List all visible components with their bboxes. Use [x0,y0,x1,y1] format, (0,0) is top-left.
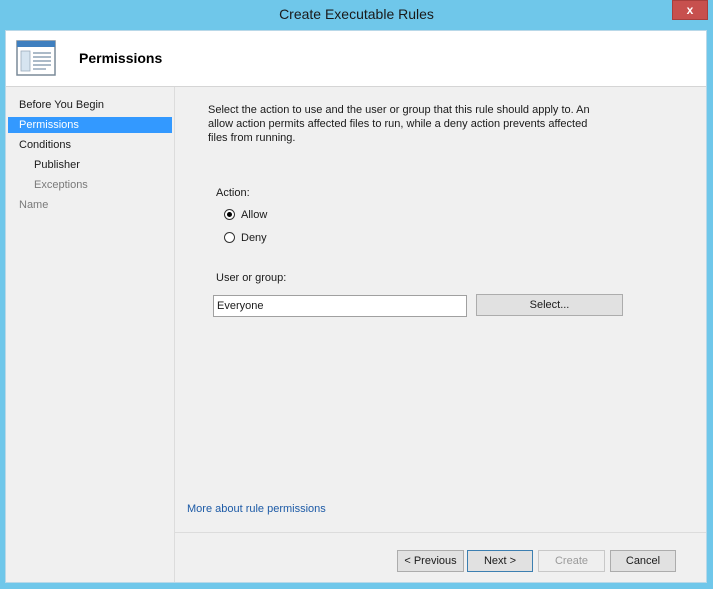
user-group-label: User or group: [216,272,287,284]
close-button[interactable]: x [672,0,708,20]
deny-radio-button[interactable] [224,232,235,243]
deny-label: Deny [241,232,267,244]
wizard-window: Permissions Before You Begin Permissions… [5,30,707,583]
footer-divider [175,532,706,533]
window-title: Create Executable Rules [279,6,434,22]
nav-item-publisher[interactable]: Publisher [8,157,172,173]
nav-item-name[interactable]: Name [8,197,172,213]
wizard-page-icon [16,40,56,76]
content-pane: Select the action to use and the user or… [175,87,706,582]
page-title: Permissions [79,50,163,66]
nav-item-conditions[interactable]: Conditions [8,137,172,153]
action-label: Action: [216,187,250,199]
wizard-step-nav: Before You Begin Permissions Conditions … [6,87,175,582]
nav-item-permissions[interactable]: Permissions [8,117,172,133]
nav-item-exceptions[interactable]: Exceptions [8,177,172,193]
allow-label: Allow [241,209,268,221]
allow-radio-button[interactable] [224,209,235,220]
nav-item-before-you-begin[interactable]: Before You Begin [8,97,172,113]
more-about-permissions-link[interactable]: More about rule permissions [187,503,326,515]
next-button[interactable]: Next > [467,550,533,572]
select-button[interactable]: Select... [476,294,623,316]
page-header: Permissions [6,31,706,87]
cancel-button[interactable]: Cancel [610,550,676,572]
radio-selected-dot [227,212,232,217]
create-button[interactable]: Create [538,550,605,572]
previous-button[interactable]: < Previous [397,550,464,572]
title-bar: Create Executable Rules x [0,0,713,30]
user-group-field[interactable]: Everyone [213,295,467,317]
description-text: Select the action to use and the user or… [208,104,590,144]
